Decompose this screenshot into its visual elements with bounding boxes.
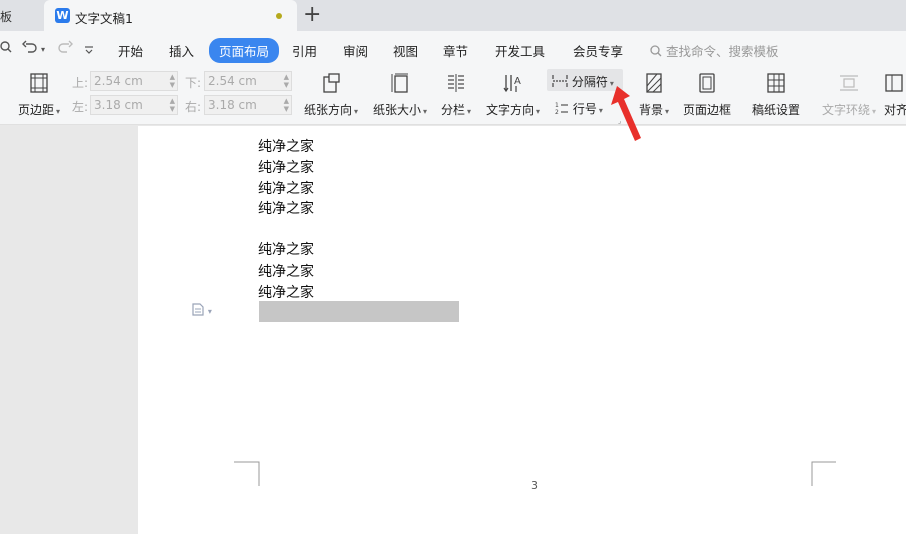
menu-bar: ▾ 开始 插入 页面布局 引用 审阅 视图 章节 开发工具 会员专享 查找命令、…	[0, 31, 906, 65]
tab-previous[interactable]: 板	[0, 0, 44, 31]
paragraph-layout-icon[interactable]: ▾	[192, 303, 212, 317]
menu-start[interactable]: 开始	[118, 41, 143, 60]
menu-developer[interactable]: 开发工具	[495, 41, 545, 60]
unsaved-dot-icon	[276, 13, 282, 19]
manuscript-label: 稿纸设置	[751, 103, 800, 117]
breaks-button[interactable]: 分隔符 ▾	[552, 73, 614, 90]
menu-references[interactable]: 引用	[292, 41, 317, 60]
doc-line-3[interactable]: 纯净之家	[258, 178, 314, 198]
menu-section[interactable]: 章节	[443, 41, 468, 60]
left-margin-value: 3.18 cm	[94, 98, 143, 112]
line-numbers-button[interactable]: 12 行号 ▾	[555, 100, 603, 117]
command-search[interactable]: 查找命令、搜索模板	[650, 41, 779, 60]
text-wrap-button[interactable]: 文字环绕 ▾	[819, 72, 879, 118]
margins-button[interactable]: 页边距 ▾	[14, 72, 64, 118]
selected-text-highlight[interactable]	[259, 301, 459, 322]
columns-button[interactable]: 分栏 ▾	[438, 72, 474, 118]
new-tab-button[interactable]: +	[303, 3, 321, 27]
text-direction-icon: A	[503, 75, 521, 93]
paper-size-icon	[391, 73, 408, 93]
align-label: 对齐	[884, 103, 906, 117]
right-margin-label: 右:	[185, 100, 202, 114]
margins-label: 页边距	[17, 103, 54, 117]
search-placeholder: 查找命令、搜索模板	[665, 44, 779, 59]
left-margin-field[interactable]: 3.18 cm ▲ ▼	[90, 95, 178, 115]
tab-title: 文字文稿1	[75, 11, 133, 26]
align-button[interactable]: 对齐	[884, 72, 906, 118]
orientation-button[interactable]: 纸张方向 ▾	[300, 72, 362, 118]
line-numbers-icon: 12	[555, 102, 568, 116]
bottom-margin-value: 2.54 cm	[208, 74, 257, 88]
ribbon-page-layout: 页边距 ▾ 上: 2.54 cm ▲ ▼ 左: 3.18 cm ▲ ▼ 下: 2.54 c…	[0, 65, 906, 125]
line-numbers-label: 行号	[572, 102, 597, 116]
doc-line-8[interactable]: 纯净之家	[258, 282, 314, 302]
tab-document[interactable]: W 文字文稿1	[44, 0, 297, 31]
menu-review[interactable]: 审阅	[343, 41, 368, 60]
page-corner-mark-left	[234, 461, 260, 486]
bottom-margin-field[interactable]: 2.54 cm ▲ ▼	[204, 71, 292, 91]
undo-dropdown-icon[interactable]: ▾	[41, 45, 45, 54]
right-margin-value: 3.18 cm	[208, 98, 257, 112]
text-wrap-icon	[840, 75, 858, 91]
menu-page-layout[interactable]: 页面布局	[209, 38, 280, 63]
svg-text:1: 1	[555, 102, 559, 109]
top-margin-field[interactable]: 2.54 cm ▲ ▼	[90, 71, 178, 91]
doc-line-4[interactable]: 纯净之家	[258, 198, 314, 218]
undo-icon[interactable]	[22, 40, 38, 58]
align-icon	[885, 74, 903, 92]
background-icon	[646, 73, 662, 93]
page-border-icon	[699, 73, 715, 93]
breaks-label: 分隔符	[571, 75, 608, 89]
page-border-label: 页面边框	[682, 103, 731, 117]
page-corner-mark-right	[811, 461, 836, 486]
orientation-icon	[323, 73, 340, 93]
paper-size-label: 纸张大小	[372, 103, 421, 117]
paper-size-button[interactable]: 纸张大小 ▾	[369, 72, 431, 118]
breaks-icon	[552, 75, 568, 87]
menu-member[interactable]: 会员专享	[573, 41, 623, 60]
manuscript-button[interactable]: 稿纸设置	[750, 72, 802, 118]
columns-label: 分栏	[440, 103, 465, 117]
doc-line-7[interactable]: 纯净之家	[258, 261, 314, 281]
tab-previous-label: 板	[0, 10, 13, 24]
doc-line-6[interactable]: 纯净之家	[258, 239, 314, 259]
page-number: 3	[531, 479, 538, 492]
search-icon	[650, 45, 662, 57]
menu-insert[interactable]: 插入	[169, 41, 194, 60]
doc-line-2[interactable]: 纯净之家	[258, 157, 314, 177]
right-margin-field[interactable]: 3.18 cm ▲ ▼	[204, 95, 292, 115]
print-preview-icon[interactable]	[0, 40, 12, 58]
redo-icon[interactable]	[57, 40, 73, 58]
text-wrap-label: 文字环绕	[821, 103, 870, 117]
svg-text:A: A	[514, 76, 521, 87]
doc-line-1[interactable]: 纯净之家	[258, 136, 314, 156]
customize-toolbar-icon[interactable]	[84, 43, 94, 59]
columns-icon	[448, 74, 464, 92]
tab-bar: 板 W 文字文稿1 +	[0, 0, 906, 31]
left-margin-label: 左:	[72, 100, 89, 114]
svg-text:2: 2	[555, 109, 559, 115]
background-label: 背景	[638, 103, 663, 117]
wps-writer-icon: W	[55, 8, 70, 23]
text-direction-label: 文字方向	[485, 103, 534, 117]
annotation-arrow-icon	[611, 86, 641, 141]
menu-view[interactable]: 视图	[393, 41, 418, 60]
bottom-margin-label: 下:	[185, 76, 202, 90]
text-direction-button[interactable]: A 文字方向 ▾	[482, 72, 544, 118]
page-border-button[interactable]: 页面边框	[681, 72, 733, 118]
margins-icon	[30, 73, 48, 93]
top-margin-label: 上:	[72, 76, 89, 90]
orientation-label: 纸张方向	[303, 103, 352, 117]
top-margin-value: 2.54 cm	[94, 74, 143, 88]
manuscript-icon	[767, 73, 785, 93]
